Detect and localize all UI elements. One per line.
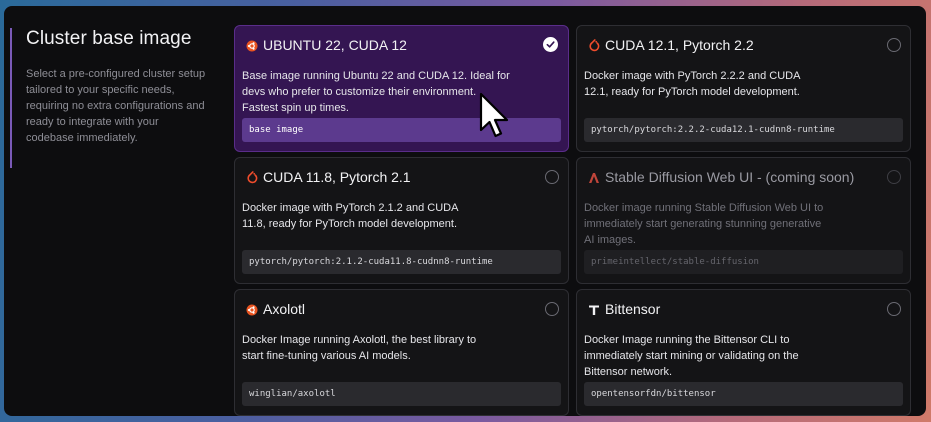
image-tag: winglian/axolotl [242,382,561,406]
radio-button [887,170,901,184]
bittensor-icon [587,303,600,316]
card-description: Base image running Ubuntu 22 and CUDA 12… [242,70,510,114]
checkmark-icon [543,37,558,52]
image-tag: pytorch/pytorch:2.1.2-cuda11.8-cudnn8-ru… [242,250,561,274]
card-description: Docker Image running the Bittensor CLI t… [584,334,799,378]
card-title: Bittensor [605,301,661,317]
pytorch-icon [245,171,258,184]
card-title: Stable Diffusion Web UI - (coming soon) [605,169,855,185]
card-title: UBUNTU 22, CUDA 12 [263,37,407,53]
image-tag: opentensorfdn/bittensor [584,382,903,406]
image-card-cuda121-pytorch22[interactable]: CUDA 12.1, Pytorch 2.2 Docker image with… [576,25,911,152]
radio-button[interactable] [887,302,901,316]
card-title: Axolotl [263,301,306,317]
section-description: Select a pre-configured cluster setup ta… [26,68,206,144]
mouse-cursor-icon [479,92,509,138]
card-title: CUDA 12.1, Pytorch 2.2 [605,37,754,53]
image-card-cuda118-pytorch21[interactable]: CUDA 11.8, Pytorch 2.1 Docker image with… [234,157,569,284]
card-description: Docker image with PyTorch 2.1.2 and CUDA… [242,202,458,230]
card-description: Docker Image running Axolotl, the best l… [242,334,477,362]
pytorch-icon [587,39,600,52]
card-description: Docker image with PyTorch 2.2.2 and CUDA… [584,70,800,98]
section-accent-bar [10,28,12,168]
ubuntu-icon [245,39,258,52]
radio-button[interactable] [887,38,901,52]
section-title: Cluster base image [26,28,192,49]
radio-button[interactable] [545,170,559,184]
card-title: CUDA 11.8, Pytorch 2.1 [263,169,411,185]
image-tag: pytorch/pytorch:2.2.2-cuda12.1-cudnn8-ru… [584,118,903,142]
image-card-bittensor[interactable]: Bittensor Docker Image running the Bitte… [576,289,911,416]
card-description: Docker image running Stable Diffusion We… [584,202,824,246]
axolotl-icon [245,303,258,316]
radio-button[interactable] [545,302,559,316]
image-tag: primeintellect/stable-diffusion [584,250,903,274]
stable-diffusion-icon [587,171,600,184]
image-card-axolotl[interactable]: Axolotl Docker Image running Axolotl, th… [234,289,569,416]
image-card-ubuntu[interactable]: UBUNTU 22, CUDA 12 Base image running Ub… [234,25,569,152]
image-card-stable-diffusion: Stable Diffusion Web UI - (coming soon) … [576,157,911,284]
